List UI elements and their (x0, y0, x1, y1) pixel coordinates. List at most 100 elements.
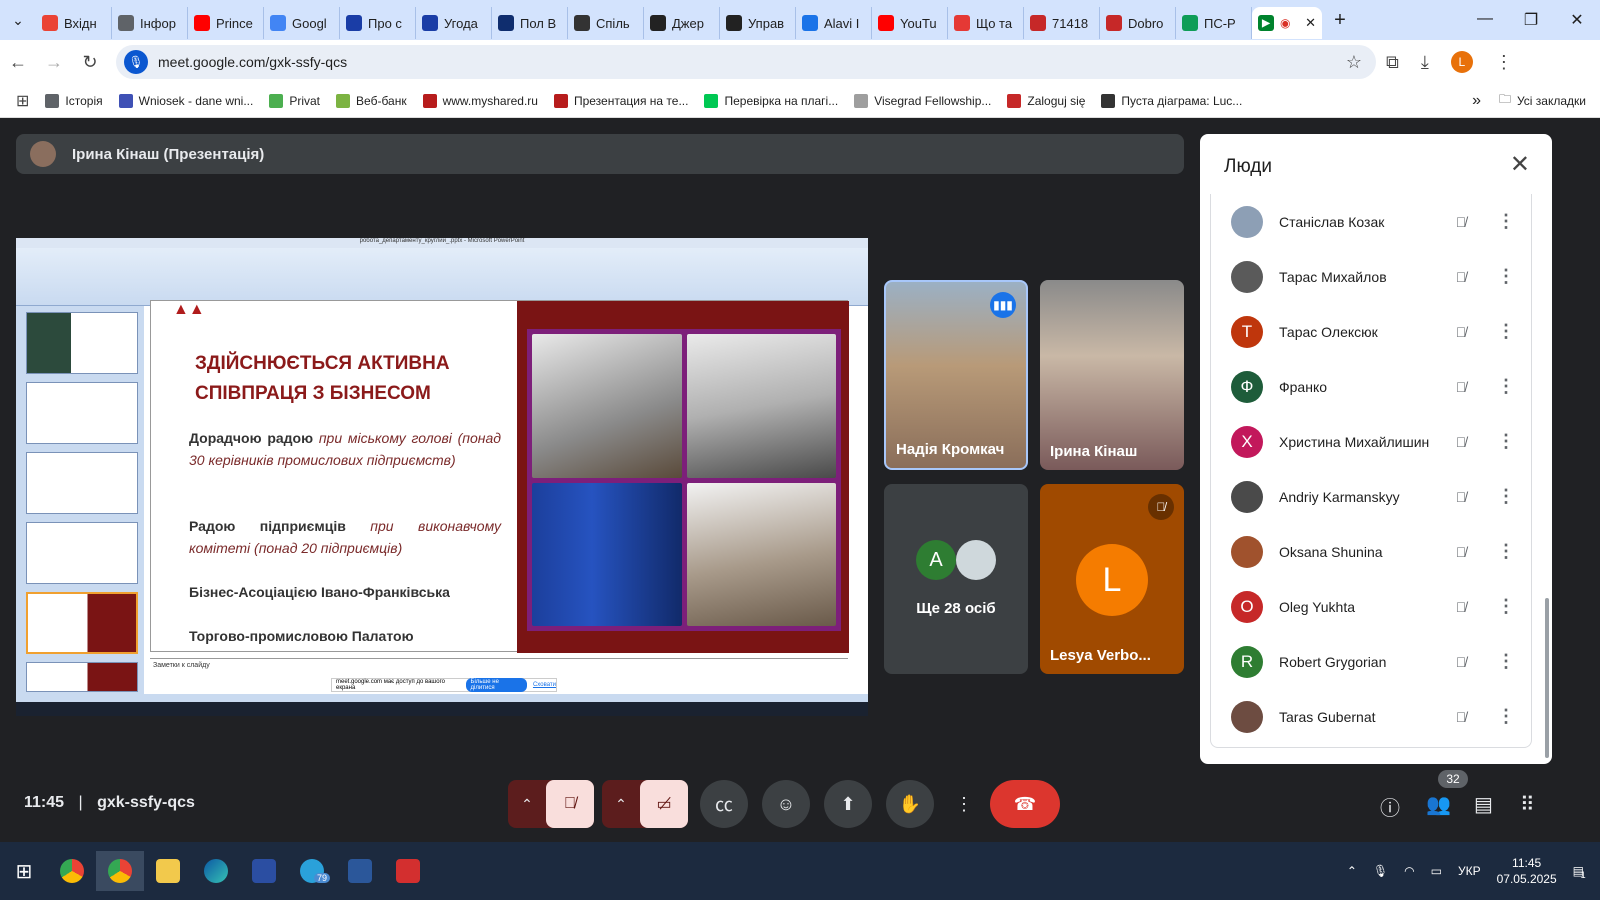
more-options-button[interactable]: ⋮ (946, 780, 982, 828)
hide-banner-link[interactable]: Сховати (533, 682, 556, 688)
taskbar-chrome[interactable] (48, 851, 96, 891)
chat-icon[interactable]: ▤ (1474, 792, 1493, 817)
tab-item[interactable]: Спіль (568, 7, 644, 39)
mic-off-button[interactable]: 🎙̸ (546, 780, 594, 828)
mic-off-icon[interactable]: 🎙̸ (1451, 379, 1471, 395)
address-bar[interactable]: 🎙 meet.google.com/gxk-ssfy-qcs ☆ (116, 45, 1376, 79)
tab-item[interactable]: Джер (644, 7, 720, 39)
present-screen-button[interactable]: ⬆ (824, 780, 872, 828)
bookmark-item[interactable]: Privat (269, 93, 320, 108)
bookmark-item[interactable]: Перевірка на плагі... (704, 93, 838, 108)
reload-icon[interactable]: ↻ (72, 52, 108, 73)
mic-off-icon[interactable]: 🎙̸ (1451, 544, 1471, 560)
mic-options-chevron-icon[interactable]: ⌃ (508, 796, 546, 813)
tab-item[interactable]: Угода (416, 7, 492, 39)
emoji-reaction-button[interactable]: ☺ (762, 780, 810, 828)
participant-tile[interactable]: 🎙̸ L Lesya Verbo... (1040, 484, 1184, 674)
wifi-icon[interactable]: ◠ (1404, 864, 1414, 878)
more-options-icon[interactable]: ⋮ (1497, 321, 1515, 342)
tab-item[interactable]: 71418 (1024, 7, 1100, 39)
more-options-icon[interactable]: ⋮ (1497, 266, 1515, 287)
menu-kebab-icon[interactable]: ⋮ (1495, 52, 1513, 73)
raise-hand-button[interactable]: ✋ (886, 780, 934, 828)
participant-tile[interactable]: Ірина Кінаш (1040, 280, 1184, 470)
tab-search-chevron-icon[interactable]: ⌄ (0, 0, 36, 40)
bookmark-item[interactable]: Історія (45, 93, 103, 108)
mic-off-icon[interactable]: 🎙̸ (1451, 214, 1471, 230)
camera-options-chevron-icon[interactable]: ⌃ (602, 796, 640, 813)
tab-item[interactable]: Про с (340, 7, 416, 39)
participant-row[interactable]: Oksana Shunina 🎙̸ ⋮ (1211, 524, 1533, 579)
activities-grid-icon[interactable]: ⠿ (1520, 792, 1535, 817)
bookmark-item[interactable]: www.myshared.ru (422, 93, 538, 108)
mic-off-icon[interactable]: 🎙̸ (1451, 269, 1471, 285)
tab-item[interactable]: Googl (264, 7, 340, 39)
leave-call-button[interactable]: ☎ (990, 780, 1060, 828)
mic-off-icon[interactable]: 🎙̸ (1451, 489, 1471, 505)
more-bookmarks-icon[interactable]: » (1472, 92, 1481, 110)
forward-icon[interactable]: → (36, 52, 72, 73)
participant-row[interactable]: Andriy Karmanskyy 🎙̸ ⋮ (1211, 469, 1533, 524)
start-button[interactable]: ⊞ (0, 851, 48, 891)
bookmark-item[interactable]: Пуста діаграма: Luc... (1101, 93, 1242, 108)
people-icon[interactable]: 👥 (1426, 792, 1451, 817)
more-options-icon[interactable]: ⋮ (1497, 706, 1515, 727)
battery-icon[interactable]: ▭ (1431, 864, 1442, 878)
captions-button[interactable]: ㏄ (700, 780, 748, 828)
participant-row[interactable]: Тарас Михайлов 🎙̸ ⋮ (1211, 249, 1533, 304)
all-bookmarks[interactable]: 🗀 Усі закладки (1499, 90, 1586, 111)
taskbar-word[interactable] (336, 851, 384, 891)
mic-off-icon[interactable]: 🎙̸ (1451, 654, 1471, 670)
new-tab-button[interactable]: + (1322, 9, 1358, 32)
participant-row[interactable]: O Oleg Yukhta 🎙̸ ⋮ (1211, 579, 1533, 634)
tab-item[interactable]: Що та (948, 7, 1024, 39)
more-options-icon[interactable]: ⋮ (1497, 651, 1515, 672)
shared-screen[interactable]: робота_департаменту_круглий_.pptx - Micr… (16, 238, 868, 716)
meeting-details-icon[interactable]: ⓘ (1380, 792, 1400, 821)
participant-row[interactable]: Ф Франко 🎙̸ ⋮ (1211, 359, 1533, 414)
participant-row[interactable]: Станіслав Козак 🎙̸ ⋮ (1211, 194, 1533, 249)
taskbar-explorer[interactable] (144, 851, 192, 891)
camera-off-button[interactable]: ▭̸ (640, 780, 688, 828)
more-options-icon[interactable]: ⋮ (1497, 376, 1515, 397)
tab-item[interactable]: Вхідн (36, 7, 112, 39)
taskbar-app[interactable] (240, 851, 288, 891)
participant-row[interactable]: Х Христина Михайлишин 🎙̸ ⋮ (1211, 414, 1533, 469)
taskbar-acrobat[interactable] (384, 851, 432, 891)
tab-google-meet[interactable]: ▶ ◉ ✕ (1252, 7, 1322, 39)
profile-avatar[interactable]: L (1450, 51, 1473, 73)
bookmark-item[interactable]: Веб-банк (336, 93, 407, 108)
more-options-icon[interactable]: ⋮ (1497, 486, 1515, 507)
more-options-icon[interactable]: ⋮ (1497, 211, 1515, 232)
bookmark-item[interactable]: Презентация на те... (553, 93, 688, 108)
bookmark-item[interactable]: Visegrad Fellowship... (854, 93, 991, 108)
apps-grid-icon[interactable]: ⊞ (16, 91, 29, 111)
tab-item[interactable]: Інфор (112, 7, 188, 39)
more-options-icon[interactable]: ⋮ (1497, 596, 1515, 617)
tab-item[interactable]: Управ (720, 7, 796, 39)
participant-row[interactable]: R Robert Grygorian 🎙̸ ⋮ (1211, 634, 1533, 689)
more-participants-tile[interactable]: A Ще 28 осіб (884, 484, 1028, 674)
close-icon[interactable]: ✕ (1510, 150, 1530, 179)
tab-item[interactable]: YouTu (872, 7, 948, 39)
close-tab-icon[interactable]: ✕ (1305, 15, 1316, 31)
taskbar-chrome-active[interactable] (96, 851, 144, 891)
tab-item[interactable]: ПС-Р (1176, 7, 1252, 39)
close-window-icon[interactable]: ✕ (1554, 10, 1600, 30)
back-icon[interactable]: ← (0, 52, 36, 73)
bookmark-item[interactable]: Wniosek - dane wni... (118, 93, 253, 108)
more-options-icon[interactable]: ⋮ (1497, 431, 1515, 452)
participant-tile[interactable]: ▮▮▮ Надія Кромкач (884, 280, 1028, 470)
taskbar-clock[interactable]: 11:45 07.05.2025 (1497, 855, 1557, 887)
bookmark-star-icon[interactable]: ☆ (1346, 52, 1362, 73)
participant-row[interactable]: Т Тарас Олексюк 🎙̸ ⋮ (1211, 304, 1533, 359)
people-scrollbar[interactable] (1545, 598, 1549, 758)
restore-icon[interactable]: ❐ (1508, 10, 1554, 30)
site-mic-icon[interactable]: 🎙 (124, 50, 148, 74)
tab-item[interactable]: Dobro (1100, 7, 1176, 39)
stop-sharing-button[interactable]: Більше не ділитися (465, 678, 527, 692)
mic-off-icon[interactable]: 🎙̸ (1451, 709, 1471, 725)
tab-item[interactable]: Пол В (492, 7, 568, 39)
more-options-icon[interactable]: ⋮ (1497, 541, 1515, 562)
bookmark-item[interactable]: Zaloguj się (1007, 93, 1085, 108)
